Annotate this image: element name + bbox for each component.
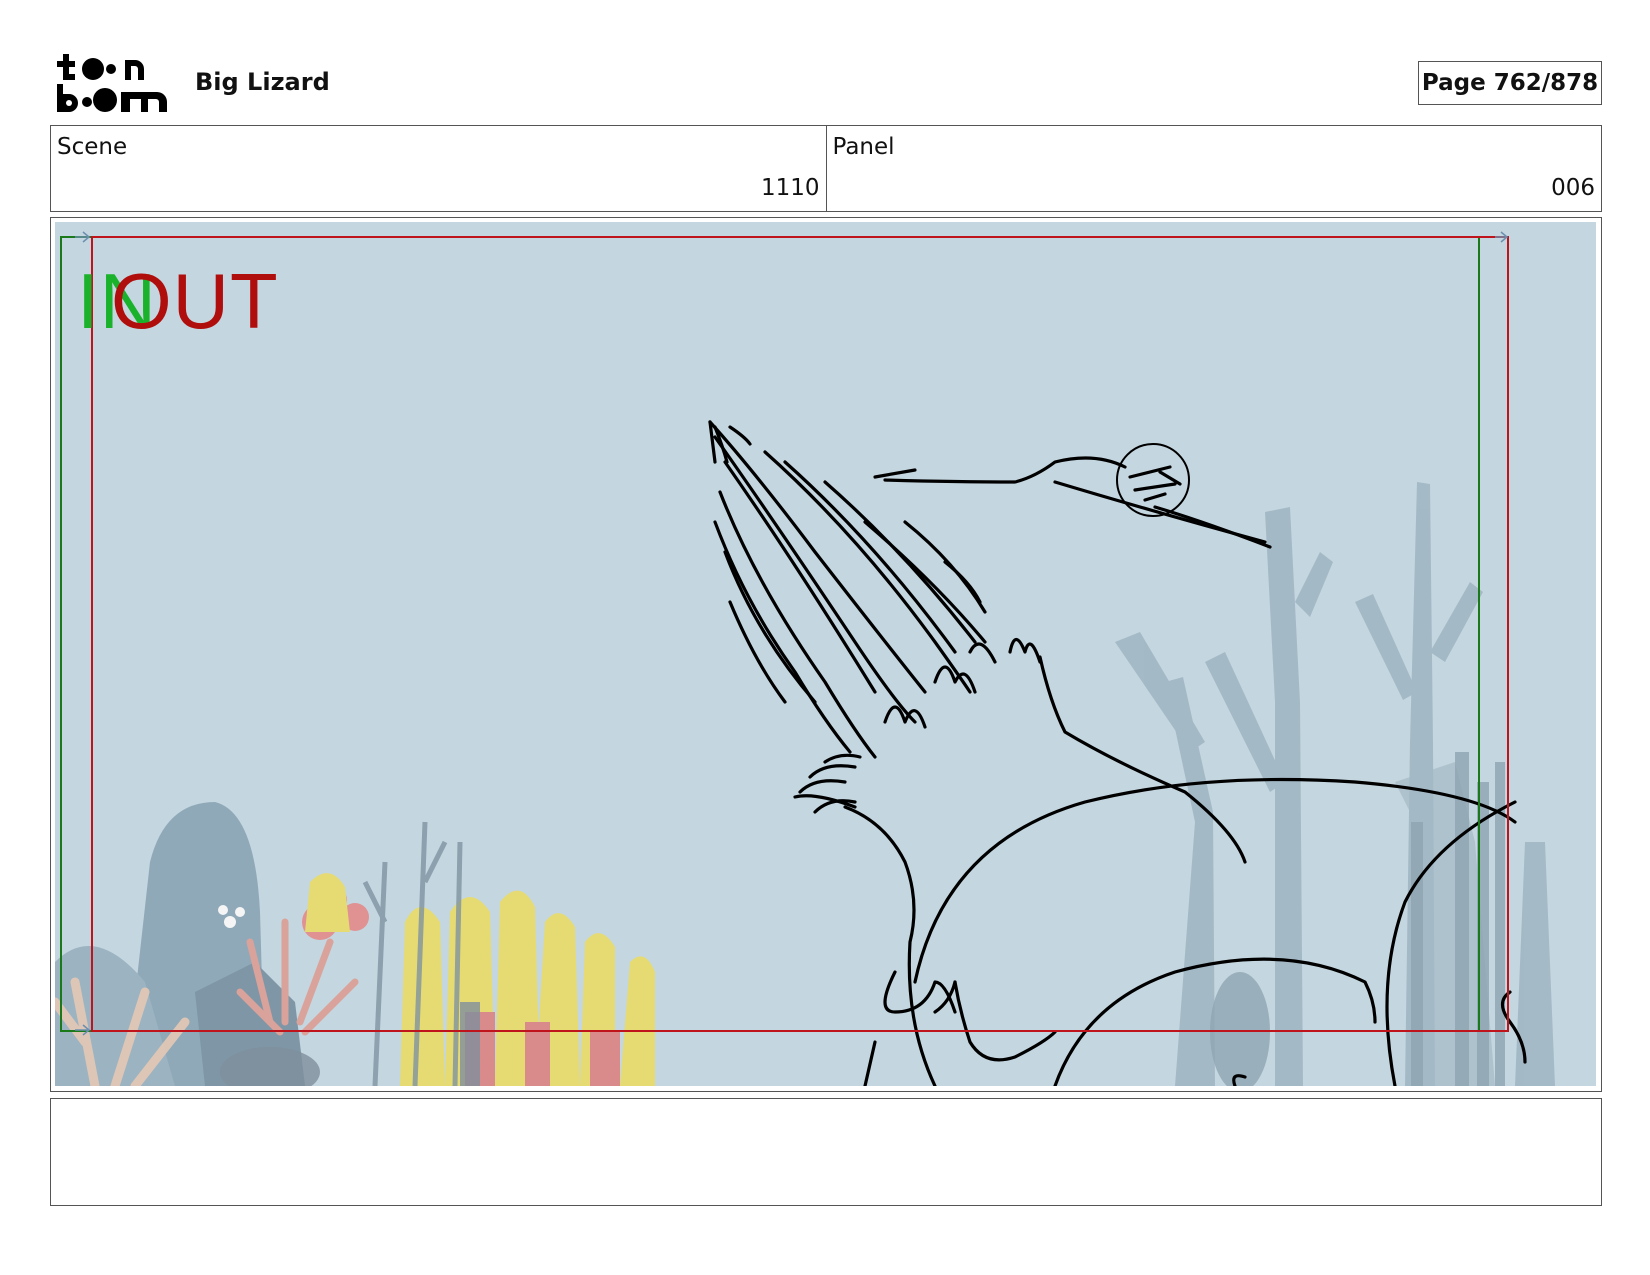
project-title: Big Lizard [195,68,330,96]
toon-boom-logo-icon [57,54,167,112]
panel-image: IN OUT [55,222,1596,1086]
scene-label: Scene [57,134,128,160]
storyboard-drawing [55,222,1596,1086]
panel-frame: IN OUT [50,217,1602,1092]
page-counter: Page 762/878 [1418,61,1602,105]
scene-panel-info: Scene 1110 Panel 006 [50,125,1602,212]
toon-boom-logo [55,52,173,114]
panel-value: 006 [1551,175,1595,201]
notes-box [50,1098,1602,1206]
panel-cell: Panel 006 [825,126,1602,211]
scene-cell: Scene 1110 [51,126,826,211]
storyboard-page: Big Lizard Page 762/878 Scene 1110 Panel… [0,0,1650,1275]
panel-label: Panel [832,134,895,160]
scene-value: 1110 [760,175,820,201]
out-marker: OUT [111,257,279,345]
